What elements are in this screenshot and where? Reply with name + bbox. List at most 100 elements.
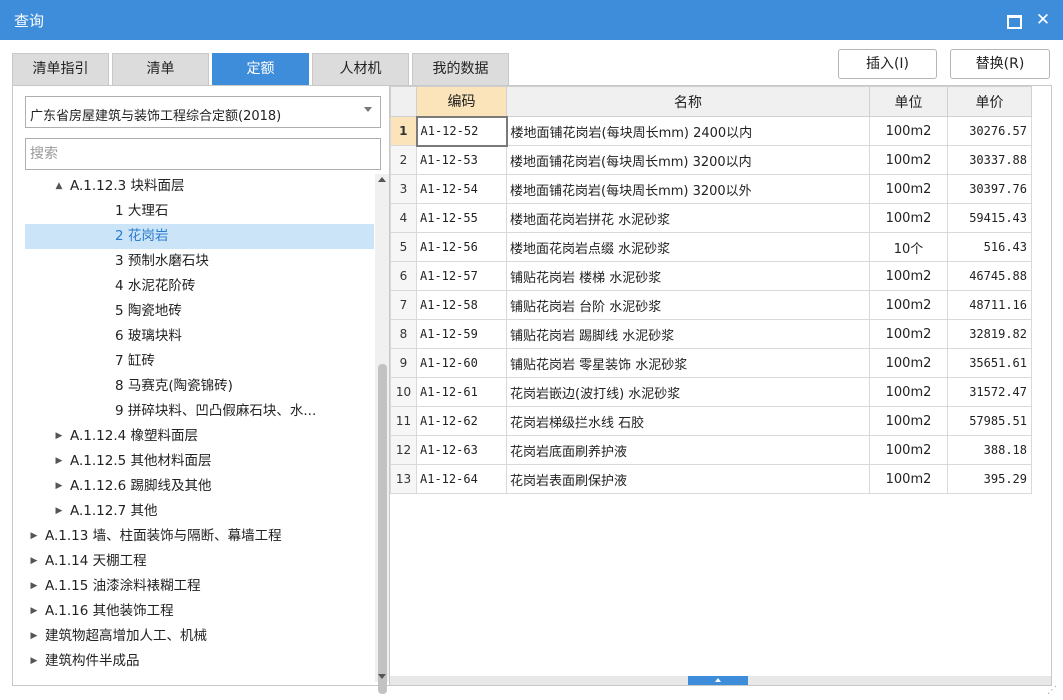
cell-unit[interactable]: 100m2 — [869, 116, 948, 146]
cell-name[interactable]: 花岗岩底面刷养护液 — [506, 435, 870, 465]
cell-unit[interactable]: 10个 — [869, 232, 948, 262]
tree-item[interactable]: ▶ A.1.14 天棚工程 — [25, 549, 374, 574]
cell-price[interactable]: 35651.61 — [947, 348, 1032, 378]
cell-price[interactable]: 48711.16 — [947, 290, 1032, 320]
cell-unit[interactable]: 100m2 — [869, 319, 948, 349]
column-header-code[interactable]: 编码 — [416, 86, 507, 117]
collapsed-arrow-icon[interactable]: ▶ — [29, 624, 39, 649]
row-number[interactable]: 5 — [390, 232, 417, 262]
tree-item[interactable]: 2 花岗岩 — [25, 224, 374, 249]
column-header-price[interactable]: 单价 — [947, 86, 1032, 117]
cell-code[interactable]: A1-12-57 — [416, 261, 507, 291]
cell-name[interactable]: 铺贴花岗岩 踢脚线 水泥砂浆 — [506, 319, 870, 349]
cell-code[interactable]: A1-12-52 — [415, 115, 508, 147]
cell-price[interactable]: 32819.82 — [947, 319, 1032, 349]
tab-bill[interactable]: 清单 — [112, 53, 209, 85]
cell-unit[interactable]: 100m2 — [869, 174, 948, 204]
collapsed-arrow-icon[interactable]: ▶ — [29, 599, 39, 624]
column-header-unit[interactable]: 单位 — [869, 86, 948, 117]
row-number[interactable]: 8 — [390, 319, 417, 349]
tree-item[interactable]: 9 拼碎块料、凹凸假麻石块、水... — [25, 399, 374, 424]
scroll-up-icon[interactable] — [378, 177, 386, 182]
cell-code[interactable]: A1-12-56 — [416, 232, 507, 262]
cell-name[interactable]: 铺贴花岗岩 零星装饰 水泥砂浆 — [506, 348, 870, 378]
row-number[interactable]: 13 — [390, 464, 417, 494]
cell-unit[interactable]: 100m2 — [869, 203, 948, 233]
cell-price[interactable]: 59415.43 — [947, 203, 1032, 233]
cell-price[interactable]: 30337.88 — [947, 145, 1032, 175]
cell-code[interactable]: A1-12-53 — [416, 145, 507, 175]
cell-name[interactable]: 铺贴花岗岩 楼梯 水泥砂浆 — [506, 261, 870, 291]
tree-item[interactable]: 7 缸砖 — [25, 349, 374, 374]
row-number[interactable]: 10 — [390, 377, 417, 407]
cell-code[interactable]: A1-12-54 — [416, 174, 507, 204]
cell-code[interactable]: A1-12-64 — [416, 464, 507, 494]
collapsed-arrow-icon[interactable]: ▶ — [29, 574, 39, 599]
table-row[interactable]: 12 A1-12-63 花岗岩底面刷养护液 100m2 388.18 — [390, 435, 1032, 465]
cell-unit[interactable]: 100m2 — [869, 290, 948, 320]
collapsed-arrow-icon[interactable]: ▶ — [54, 449, 64, 474]
row-number[interactable]: 12 — [390, 435, 417, 465]
table-row[interactable]: 3 A1-12-54 楼地面铺花岗岩(每块周长mm) 3200以外 100m2 3039… — [390, 174, 1032, 204]
cell-code[interactable]: A1-12-60 — [416, 348, 507, 378]
search-input[interactable] — [25, 138, 381, 170]
tree-item[interactable]: 3 预制水磨石块 — [25, 249, 374, 274]
cell-price[interactable]: 388.18 — [947, 435, 1032, 465]
cell-price[interactable]: 516.43 — [947, 232, 1032, 262]
cell-code[interactable]: A1-12-59 — [416, 319, 507, 349]
cell-price[interactable]: 395.29 — [947, 464, 1032, 494]
table-row[interactable]: 13 A1-12-64 花岗岩表面刷保护液 100m2 395.29 — [390, 464, 1032, 494]
collapsed-arrow-icon[interactable]: ▶ — [54, 424, 64, 449]
cell-price[interactable]: 30397.76 — [947, 174, 1032, 204]
tree-item[interactable]: ▶ A.1.12.6 踢脚线及其他 — [25, 474, 374, 499]
maximize-icon[interactable] — [1004, 11, 1022, 29]
cell-unit[interactable]: 100m2 — [869, 435, 948, 465]
tab-quota[interactable]: 定额 — [212, 53, 309, 85]
cell-price[interactable]: 31572.47 — [947, 377, 1032, 407]
row-number[interactable]: 1 — [390, 116, 417, 146]
tree-item[interactable]: ▶ 建筑构件半成品 — [25, 649, 374, 674]
cell-code[interactable]: A1-12-63 — [416, 435, 507, 465]
table-row[interactable]: 8 A1-12-59 铺贴花岗岩 踢脚线 水泥砂浆 100m2 32819.82 — [390, 319, 1032, 349]
tree-item[interactable]: ▶ A.1.13 墙、柱面装饰与隔断、幕墙工程 — [25, 524, 374, 549]
insert-button[interactable]: 插入(I) — [838, 49, 937, 79]
row-number[interactable]: 2 — [390, 145, 417, 175]
collapsed-arrow-icon[interactable]: ▶ — [29, 649, 39, 674]
table-row[interactable]: 10 A1-12-61 花岗岩嵌边(波打线) 水泥砂浆 100m2 31572.47 — [390, 377, 1032, 407]
cell-name[interactable]: 楼地面铺花岗岩(每块周长mm) 3200以内 — [506, 145, 870, 175]
cell-code[interactable]: A1-12-61 — [416, 377, 507, 407]
close-icon[interactable]: ✕ — [1034, 11, 1052, 29]
cell-price[interactable]: 30276.57 — [947, 116, 1032, 146]
collapsed-arrow-icon[interactable]: ▶ — [29, 549, 39, 574]
cell-unit[interactable]: 100m2 — [869, 406, 948, 436]
cell-unit[interactable]: 100m2 — [869, 261, 948, 291]
tab-labor-material-machine[interactable]: 人材机 — [312, 53, 409, 85]
cell-code[interactable]: A1-12-58 — [416, 290, 507, 320]
cell-name[interactable]: 花岗岩嵌边(波打线) 水泥砂浆 — [506, 377, 870, 407]
tree-scrollbar[interactable] — [375, 174, 389, 694]
tree-item[interactable]: ▶ A.1.16 其他装饰工程 — [25, 599, 374, 624]
tab-bill-guide[interactable]: 清单指引 — [12, 53, 109, 85]
tree-item[interactable]: ▲ A.1.12.3 块料面层 — [25, 174, 374, 199]
cell-name[interactable]: 楼地面花岗岩点缀 水泥砂浆 — [506, 232, 870, 262]
tree-item[interactable]: 6 玻璃块料 — [25, 324, 374, 349]
cell-unit[interactable]: 100m2 — [869, 348, 948, 378]
cell-name[interactable]: 花岗岩梯级拦水线 石胶 — [506, 406, 870, 436]
collapsed-arrow-icon[interactable]: ▶ — [54, 474, 64, 499]
row-number[interactable]: 9 — [390, 348, 417, 378]
splitter-handle[interactable] — [688, 676, 748, 685]
tree-item[interactable]: 4 水泥花阶砖 — [25, 274, 374, 299]
tree-item[interactable]: 5 陶瓷地砖 — [25, 299, 374, 324]
column-header-name[interactable]: 名称 — [506, 86, 870, 117]
row-number[interactable]: 7 — [390, 290, 417, 320]
tree-item[interactable]: ▶ A.1.15 油漆涂料裱糊工程 — [25, 574, 374, 599]
expanded-arrow-icon[interactable]: ▲ — [54, 174, 64, 199]
tree-item[interactable]: 8 马赛克(陶瓷锦砖) — [25, 374, 374, 399]
cell-price[interactable]: 46745.88 — [947, 261, 1032, 291]
cell-unit[interactable]: 100m2 — [869, 377, 948, 407]
row-number[interactable]: 4 — [390, 203, 417, 233]
horizontal-scrollbar[interactable] — [390, 676, 1051, 685]
cell-unit[interactable]: 100m2 — [869, 464, 948, 494]
row-number[interactable]: 6 — [390, 261, 417, 291]
tree-item[interactable]: ▶ A.1.12.5 其他材料面层 — [25, 449, 374, 474]
